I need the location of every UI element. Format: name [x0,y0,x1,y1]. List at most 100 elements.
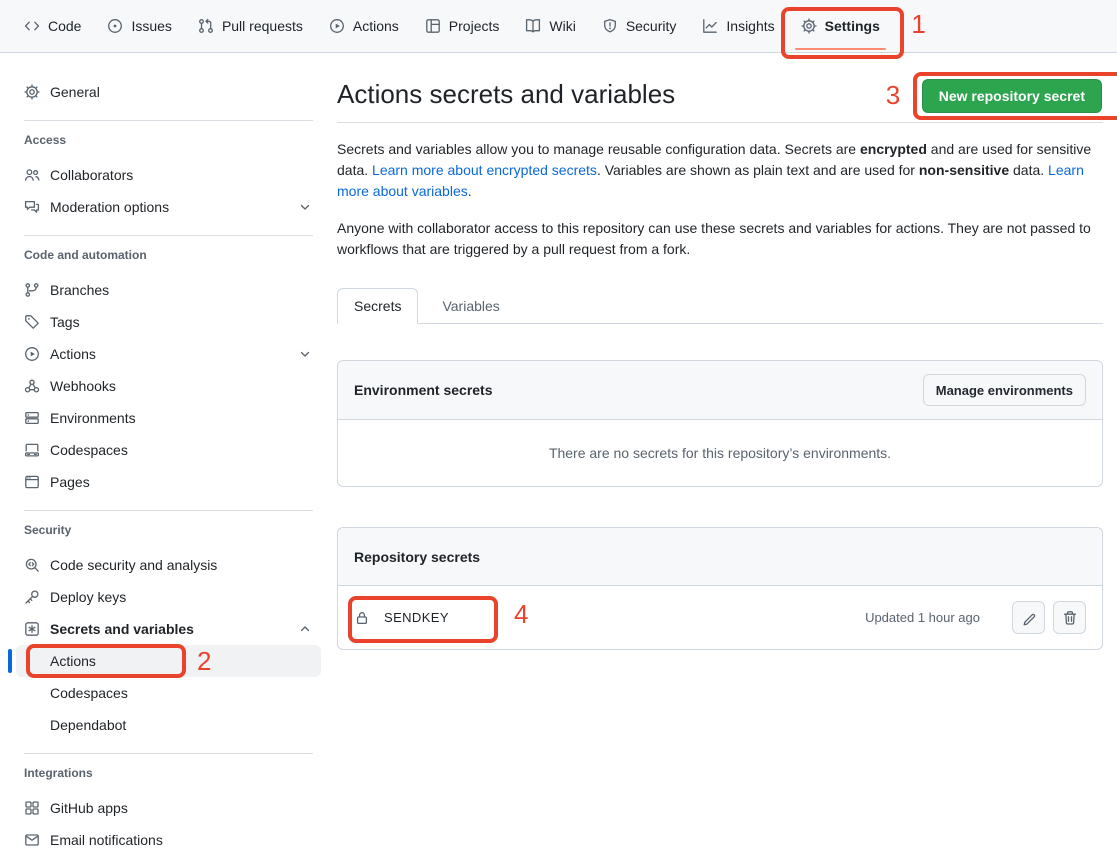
gear-icon [24,84,40,100]
tab-issues[interactable]: Issues [99,9,179,43]
environment-secrets-box: Environment secrets Manage environments … [337,360,1103,487]
sidebar-item-environments[interactable]: Environments [16,402,321,434]
main-content: Actions secrets and variables New reposi… [337,53,1103,650]
tab-label: Insights [726,18,774,34]
intro-text: data. [1009,162,1048,178]
sidebar-item-label: Deploy keys [50,589,126,605]
secret-identity: SENDKEY 4 [354,610,449,626]
intro-paragraph: Secrets and variables allow you to manag… [337,139,1103,202]
sidebar-item-general[interactable]: General [16,76,321,108]
sidebar-section-header: Security [16,523,321,537]
sidebar-item-label: Secrets and variables [50,621,194,637]
intro-text: Secrets and variables allow you to manag… [337,141,860,157]
sidebar-subitem-dependabot[interactable]: Dependabot [16,709,321,741]
sidebar-section-header: Code and automation [16,248,321,262]
sidebar-item-label: Actions [50,653,96,669]
sidebar-item-label: Code security and analysis [50,557,217,573]
secret-row: SENDKEY 4 Updated 1 hour ago [338,586,1102,649]
tab-label: Actions [353,18,399,34]
sidebar-item-branches[interactable]: Branches [16,274,321,306]
sidebar-item-label: Actions [50,346,96,362]
mail-icon [24,832,40,848]
sidebar-item-label: Codespaces [50,685,128,701]
play-icon [329,18,345,34]
sidebar-section-header: Integrations [16,766,321,780]
tab-label: Wiki [549,18,575,34]
sidebar-item-github-apps[interactable]: GitHub apps [16,792,321,824]
chevron-up-icon [297,621,313,637]
trash-icon [1062,610,1078,626]
secrets-variables-tabnav: Secrets Variables [337,288,1103,324]
git-pull-request-icon [198,18,214,34]
sidebar-item-label: Codespaces [50,442,128,458]
repo-tab-nav: Code Issues Pull requests Actions Projec… [0,0,1117,53]
annotation-number-4: 4 [514,601,528,627]
intro-bold-non-sensitive: non-sensitive [919,162,1009,178]
sidebar-item-pages[interactable]: Pages [16,466,321,498]
tab-security[interactable]: Security [594,9,685,43]
repository-secrets-box: Repository secrets SENDKEY 4 Updated 1 h… [337,527,1103,650]
sidebar-item-label: Dependabot [50,717,126,733]
repository-secrets-title: Repository secrets [354,549,480,565]
sidebar-item-label: Moderation options [50,199,169,215]
codescan-icon [24,557,40,573]
environment-secrets-empty-text: There are no secrets for this repository… [338,420,1102,486]
sidebar-item-code-security[interactable]: Code security and analysis [16,549,321,581]
pencil-icon [1021,610,1037,626]
tab-label: Code [48,18,81,34]
sidebar-item-label: Collaborators [50,167,133,183]
sidebar-item-label: Tags [50,314,80,330]
sidebar-subitem-actions-selected[interactable]: Actions 2 [16,645,321,677]
shield-icon [602,18,618,34]
active-tab-underline [795,48,886,50]
sidebar-subitem-codespaces[interactable]: Codespaces [16,677,321,709]
sidebar-item-codespaces[interactable]: Codespaces [16,434,321,466]
tab-insights[interactable]: Insights [694,9,782,43]
tab-label: Projects [449,18,500,34]
intro-text: . [468,183,472,199]
sidebar-item-collaborators[interactable]: Collaborators [16,159,321,191]
learn-more-encrypted-secrets-link[interactable]: Learn more about encrypted secrets [372,162,597,178]
git-branch-icon [24,282,40,298]
sidebar-item-moderation-options[interactable]: Moderation options [16,191,321,223]
sidebar-item-webhooks[interactable]: Webhooks [16,370,321,402]
new-secret-button-wrap: New repository secret 3 [922,79,1102,113]
new-repository-secret-button[interactable]: New repository secret [922,79,1102,113]
settings-sidebar: General Access Collaborators Moderation … [0,53,321,856]
tab-variables[interactable]: Variables [426,289,515,323]
collaborator-paragraph: Anyone with collaborator access to this … [337,218,1103,260]
sidebar-item-label: Environments [50,410,136,426]
asterisk-box-icon [24,621,40,637]
secret-name: SENDKEY [384,610,449,625]
manage-environments-button[interactable]: Manage environments [923,374,1086,406]
book-icon [525,18,541,34]
sidebar-item-email-notifications[interactable]: Email notifications [16,824,321,856]
table-icon [425,18,441,34]
gear-icon [801,18,817,34]
sidebar-item-actions[interactable]: Actions [16,338,321,370]
sidebar-divider [24,235,313,236]
lock-icon [354,610,370,626]
tab-secrets[interactable]: Secrets [337,288,418,324]
tab-label: Issues [131,18,171,34]
intro-bold-encrypted: encrypted [860,141,927,157]
tab-wiki[interactable]: Wiki [517,9,583,43]
sidebar-item-deploy-keys[interactable]: Deploy keys [16,581,321,613]
tab-code[interactable]: Code [16,9,89,43]
chevron-down-icon [297,346,313,362]
tab-projects[interactable]: Projects [417,9,508,43]
chevron-down-icon [297,199,313,215]
sidebar-item-label: General [50,84,100,100]
codespaces-icon [24,442,40,458]
environment-secrets-title: Environment secrets [354,382,493,398]
sidebar-item-tags[interactable]: Tags [16,306,321,338]
tab-pull-requests[interactable]: Pull requests [190,9,311,43]
repository-secrets-header: Repository secrets [338,528,1102,586]
sidebar-item-label: GitHub apps [50,800,128,816]
secret-updated-timestamp: Updated 1 hour ago [865,610,980,625]
delete-secret-button[interactable] [1053,601,1086,634]
tab-actions[interactable]: Actions [321,9,407,43]
sidebar-item-secrets-and-variables[interactable]: Secrets and variables [16,613,321,645]
tab-settings[interactable]: Settings 1 [793,9,888,43]
edit-secret-button[interactable] [1012,601,1045,634]
